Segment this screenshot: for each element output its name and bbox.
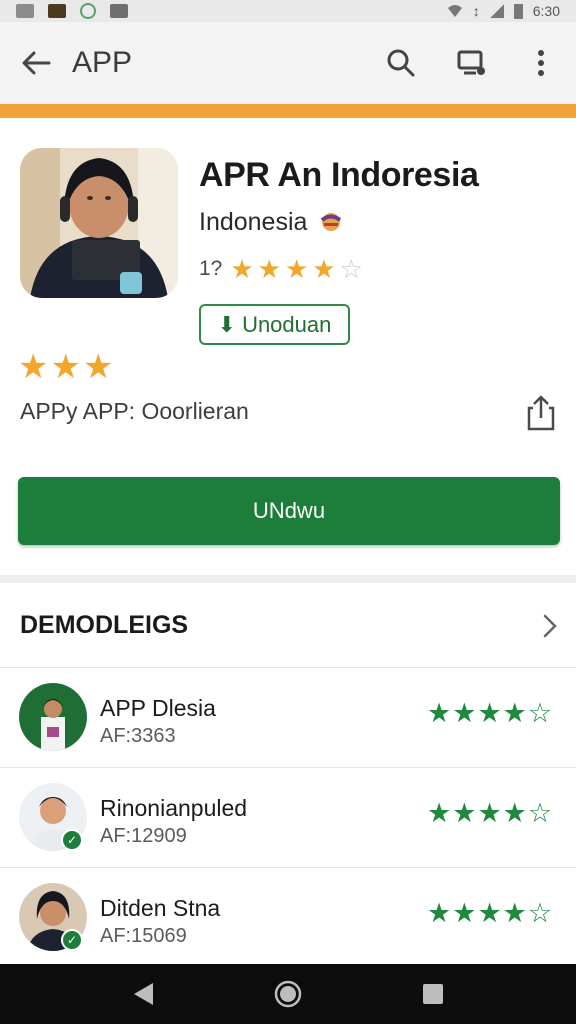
item-rating: ★ ★ ★ ★ ☆ bbox=[427, 700, 552, 727]
download-arrow-icon: ⬇ bbox=[217, 311, 237, 337]
star-icon: ★ bbox=[452, 698, 477, 728]
nav-back-button[interactable] bbox=[113, 964, 173, 1024]
overall-rating: ★ ★ ★ bbox=[18, 350, 113, 384]
more-vert-icon bbox=[538, 50, 544, 76]
star-icon: ★ bbox=[427, 798, 452, 828]
chevron-right-icon bbox=[543, 614, 557, 638]
list-item[interactable]: ✓ Rinonianpuled AF:12909 ★ ★ ★ ★ ☆ bbox=[0, 767, 576, 867]
section-divider bbox=[0, 575, 576, 583]
app-byline: APPy APP: Ooorlieran bbox=[20, 398, 249, 424]
more-options-button[interactable] bbox=[506, 22, 576, 104]
square-recents-icon bbox=[423, 984, 444, 1004]
wifi-icon bbox=[447, 5, 462, 17]
app-title: APR An Indoresia bbox=[199, 156, 479, 194]
star-icon: ★ bbox=[18, 348, 49, 386]
star-outline-icon: ☆ bbox=[527, 698, 553, 728]
search-button[interactable] bbox=[366, 22, 436, 104]
star-icon: ★ bbox=[312, 254, 336, 284]
search-icon bbox=[387, 49, 415, 77]
star-icon: ★ bbox=[477, 698, 502, 728]
item-meta: AF:15069 bbox=[100, 925, 187, 947]
star-icon: ★ bbox=[502, 798, 527, 828]
star-icon: ★ bbox=[230, 254, 254, 284]
avatar bbox=[19, 683, 87, 751]
back-button[interactable] bbox=[0, 22, 72, 104]
app-bar: APP bbox=[0, 22, 576, 104]
star-icon: ★ bbox=[50, 348, 81, 386]
star-icon: ★ bbox=[452, 798, 477, 828]
cast-button[interactable] bbox=[436, 22, 506, 104]
star-icon: ★ bbox=[477, 798, 502, 828]
clock: 6:30 bbox=[532, 3, 560, 19]
list-item[interactable]: APP Dlesia AF:3363 ★ ★ ★ ★ ☆ bbox=[0, 667, 576, 767]
nav-recents-button[interactable] bbox=[403, 964, 463, 1024]
star-icon: ★ bbox=[477, 898, 502, 928]
star-icon: ★ bbox=[452, 898, 477, 928]
app-developer[interactable]: Indonesia bbox=[199, 208, 344, 237]
emoji-badge-icon bbox=[321, 213, 342, 231]
sync-icon bbox=[80, 3, 96, 19]
install-button[interactable]: UNdwu bbox=[18, 477, 560, 545]
signal-icon bbox=[489, 4, 504, 18]
download-chip[interactable]: ⬇ Unoduan bbox=[199, 304, 350, 345]
image-icon bbox=[110, 4, 128, 18]
star-icon: ★ bbox=[82, 348, 114, 386]
item-name: APP Dlesia bbox=[100, 695, 216, 721]
battery-icon bbox=[513, 3, 523, 19]
star-outline-icon: ☆ bbox=[527, 898, 553, 928]
triangle-back-icon bbox=[133, 983, 153, 1005]
network-icon: ↕ bbox=[472, 3, 480, 19]
developer-name: Indonesia bbox=[199, 208, 308, 236]
arrow-back-icon bbox=[22, 51, 51, 75]
star-icon: ★ bbox=[427, 698, 452, 728]
list-item[interactable]: ✓ Ditden Stna AF:15069 ★ ★ ★ ★ ☆ bbox=[0, 867, 576, 967]
accent-divider bbox=[0, 104, 576, 118]
star-outline-icon: ☆ bbox=[339, 254, 363, 284]
item-rating: ★ ★ ★ ★ ☆ bbox=[427, 900, 552, 927]
app-rating: 1? ★ ★ ★ ★ ☆ bbox=[199, 256, 363, 282]
system-nav-bar bbox=[0, 964, 576, 1024]
gallery-icon bbox=[16, 4, 34, 18]
star-icon: ★ bbox=[284, 254, 309, 284]
item-name: Rinonianpuled bbox=[100, 795, 248, 821]
item-rating: ★ ★ ★ ★ ☆ bbox=[427, 800, 552, 827]
share-button[interactable] bbox=[524, 394, 558, 432]
star-icon: ★ bbox=[427, 898, 452, 928]
app-icon-image bbox=[20, 148, 178, 298]
star-icon: ★ bbox=[502, 698, 527, 728]
star-outline-icon: ☆ bbox=[527, 798, 553, 828]
section-more-button[interactable] bbox=[538, 612, 562, 640]
star-icon: ★ bbox=[257, 254, 281, 284]
item-name: Ditden Stna bbox=[100, 895, 221, 921]
nav-home-button[interactable] bbox=[258, 964, 318, 1024]
system-icons: ↕ 6:30 bbox=[447, 3, 560, 19]
section-title: DEMODLEIGS bbox=[20, 611, 189, 639]
verified-icon: ✓ bbox=[61, 829, 83, 851]
share-icon bbox=[527, 395, 555, 431]
item-meta: AF:12909 bbox=[100, 825, 187, 847]
app-notification-icon bbox=[48, 4, 66, 18]
home-circle-icon bbox=[274, 980, 302, 1008]
download-chip-label: Unoduan bbox=[242, 311, 332, 337]
rating-count: 1? bbox=[199, 257, 223, 280]
verified-icon: ✓ bbox=[61, 929, 83, 951]
item-meta: AF:3363 bbox=[100, 725, 176, 747]
notification-icons bbox=[16, 3, 128, 19]
status-bar: ↕ 6:30 bbox=[0, 0, 576, 22]
device-icon bbox=[457, 50, 485, 75]
screen: ↕ 6:30 APP APR An Indoresia Indonesia 1?… bbox=[0, 0, 576, 1024]
star-icon: ★ bbox=[502, 898, 527, 928]
app-bar-title: APP bbox=[72, 46, 133, 79]
